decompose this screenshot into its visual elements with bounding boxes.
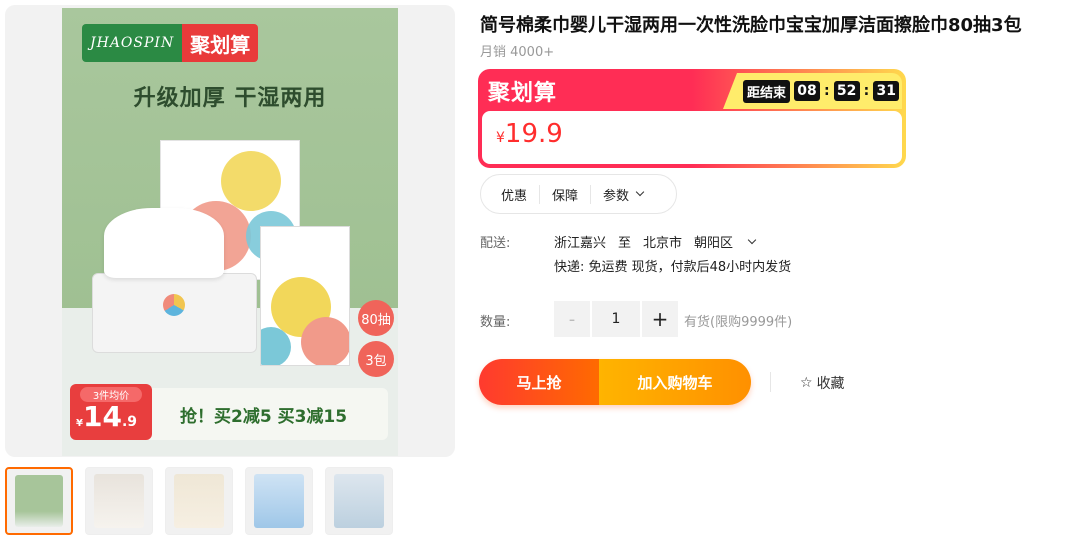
chevron-down-icon[interactable] — [747, 235, 757, 244]
promo-price-value: ¥14.9 — [76, 400, 137, 433]
product-title: 简号棉柔巾婴儿干湿两用一次性洗脸巾宝宝加厚洁面擦脸巾80抽3包 — [480, 15, 1022, 36]
countdown-timer: 距结束 08 : 52 : 31 — [723, 73, 902, 109]
increase-button[interactable]: + — [642, 301, 678, 337]
shipping-detail: 快递: 免运费 现货，付款后48小时内发货 — [554, 260, 792, 275]
promo-price-box: 3件均价 ¥14.9 — [70, 384, 152, 440]
thumbnail-5[interactable] — [325, 467, 393, 535]
thumbnail-2[interactable] — [85, 467, 153, 535]
promo-text: 抢！买2减5 买3减15 — [180, 407, 348, 427]
quantity-input[interactable]: 1 — [592, 301, 640, 337]
tissue-pack-soft — [92, 273, 257, 353]
shipping-route: 浙江嘉兴 至 北京市 朝阳区 — [554, 232, 757, 251]
quantity-stepper: - 1 + — [554, 301, 678, 337]
countdown-minutes: 52 — [833, 81, 860, 101]
service-tabs: 优惠 保障 参数 — [480, 174, 677, 214]
purchase-buttons: 马上抢 加入购物车 — [479, 359, 751, 405]
tab-discount[interactable]: 优惠 — [501, 184, 541, 204]
monthly-sales: 月销 4000+ — [480, 45, 555, 60]
tissue-pack-small — [260, 226, 350, 366]
current-price: ¥19.9 — [496, 119, 563, 149]
ship-from: 浙江嘉兴 — [554, 236, 607, 251]
collect-button[interactable]: ☆ 收藏 — [800, 373, 845, 393]
thumbnail-4[interactable] — [245, 467, 313, 535]
thumbnail-strip — [5, 467, 393, 535]
pack-logo-icon — [163, 294, 185, 316]
tab-params[interactable]: 参数 — [603, 185, 629, 204]
jhs-price-box: 聚划算 距结束 08 : 52 : 31 ¥19.9 — [478, 69, 906, 168]
price-currency: ¥ — [496, 130, 505, 146]
chevron-down-icon[interactable] — [635, 187, 645, 197]
tissue-sheet — [104, 208, 224, 278]
poster-slogan: 升级加厚 干湿两用 — [133, 86, 327, 111]
decrease-button[interactable]: - — [554, 301, 590, 337]
jhs-label: 聚划算 — [488, 81, 558, 106]
main-product-image[interactable]: JHAOSPIN 聚划算 升级加厚 干湿两用 80抽 3包 3件均价 ¥14.9… — [5, 5, 455, 457]
ship-city[interactable]: 北京市 — [643, 232, 682, 251]
countdown-seconds: 31 — [873, 81, 900, 101]
countdown-label: 距结束 — [743, 79, 791, 103]
ship-district[interactable]: 朝阳区 — [694, 232, 733, 251]
star-icon: ☆ — [800, 375, 813, 391]
promo-bar: 3件均价 ¥14.9 抢！买2减5 买3减15 — [70, 384, 388, 440]
brand-tag: JHAOSPIN 聚划算 — [82, 24, 259, 62]
stock-status: 有货(限购9999件) — [684, 315, 793, 330]
quantity-label: 数量: — [480, 315, 511, 330]
ship-to-word: 至 — [618, 236, 632, 251]
packs-badge: 3包 — [358, 341, 394, 377]
thumbnail-3[interactable] — [165, 467, 233, 535]
countdown-hours: 08 — [794, 81, 821, 101]
tab-guarantee[interactable]: 保障 — [552, 184, 592, 204]
thumbnail-1[interactable] — [5, 467, 73, 535]
price-panel: ¥19.9 — [482, 111, 902, 164]
divider — [770, 372, 771, 392]
jhs-logo: 聚划算 — [182, 24, 259, 62]
product-poster: JHAOSPIN 聚划算 升级加厚 干湿两用 80抽 3包 3件均价 ¥14.9… — [62, 8, 398, 456]
buy-now-button[interactable]: 马上抢 — [479, 359, 599, 405]
count-badge: 80抽 — [358, 300, 394, 336]
shipping-label: 配送: — [480, 236, 511, 251]
brand-logo: JHAOSPIN — [82, 24, 183, 62]
price-amount: 19.9 — [504, 119, 563, 149]
add-to-cart-button[interactable]: 加入购物车 — [599, 359, 751, 405]
collect-label: 收藏 — [816, 376, 845, 392]
